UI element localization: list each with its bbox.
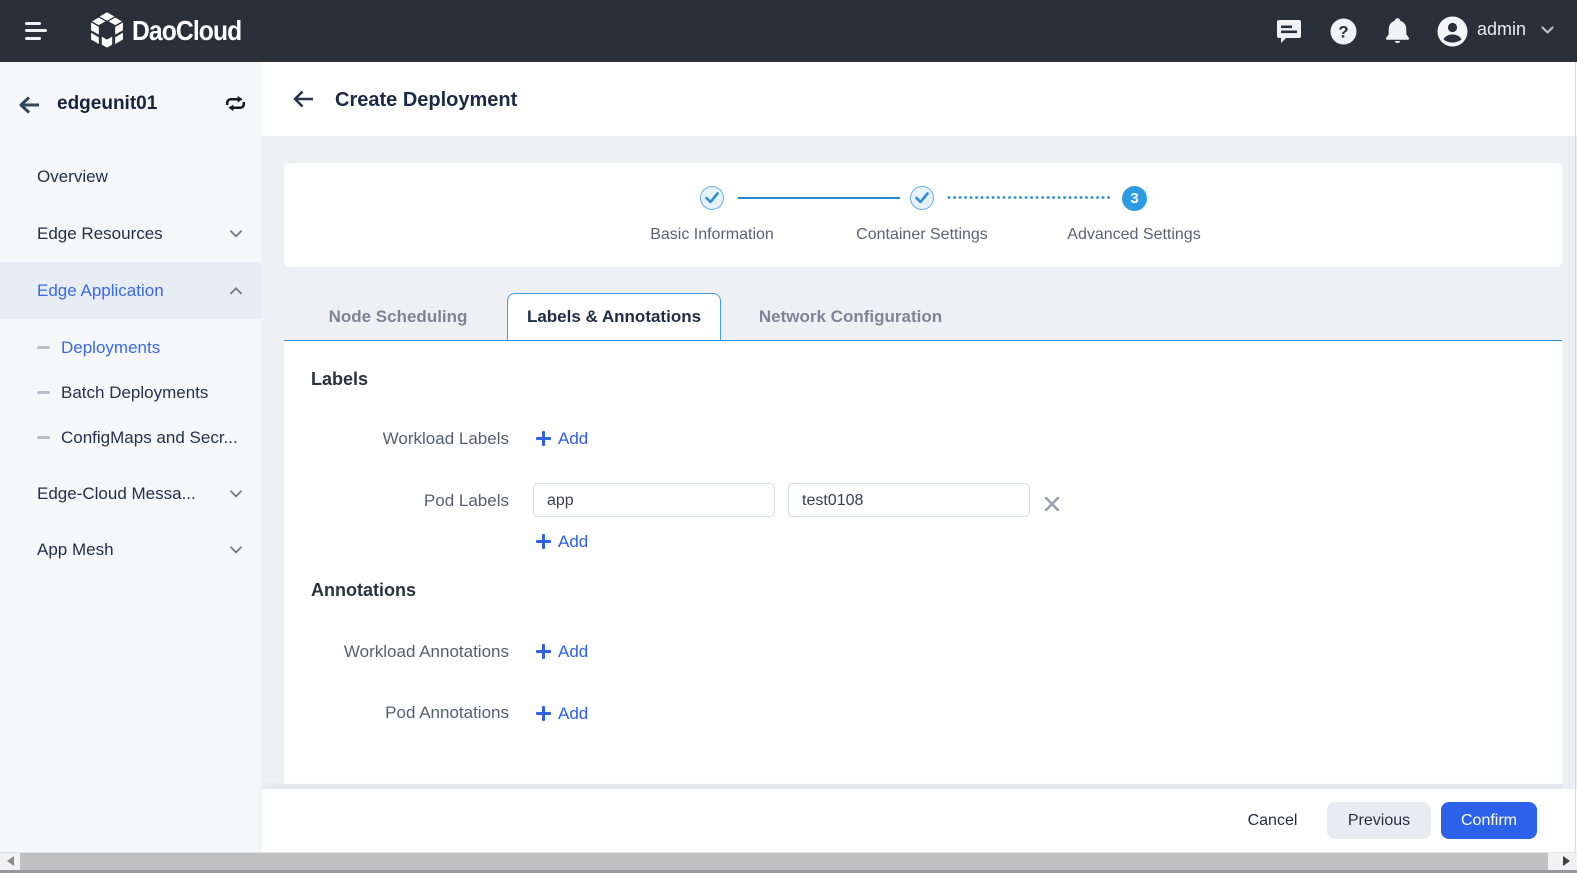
svg-text:?: ? <box>1338 23 1348 42</box>
